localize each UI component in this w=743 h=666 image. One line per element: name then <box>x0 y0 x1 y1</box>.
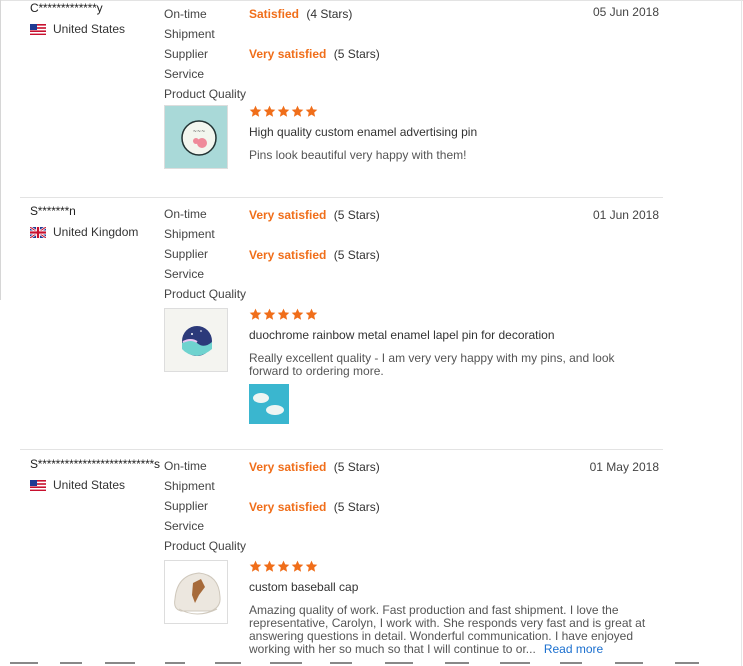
buyer-name: S*******n <box>30 204 76 218</box>
review-item: S**************************s United Stat… <box>20 450 663 662</box>
star-icon <box>263 105 276 117</box>
left-border <box>0 0 1 300</box>
rating-values: Very satisfied (5 Stars) Very satisfied … <box>249 457 549 537</box>
baseball-cap-image <box>165 561 227 623</box>
rating-values: Very satisfied (5 Stars) Very satisfied … <box>249 205 549 285</box>
star-icon <box>263 560 276 572</box>
star-icon <box>291 308 304 320</box>
star-icon <box>305 105 318 117</box>
star-icon <box>291 560 304 572</box>
buyer-name: C*************y <box>30 1 103 15</box>
supplier-rating: Very satisfied (5 Stars) <box>249 44 549 84</box>
supplier-rating-text: Very satisfied <box>249 248 327 262</box>
review-comment: Amazing quality of work. Fast production… <box>249 604 654 656</box>
product-thumbnail[interactable] <box>164 308 228 372</box>
shipment-label: Shipment <box>164 227 215 241</box>
supplier-label: Supplier <box>164 247 209 261</box>
product-star-rating <box>249 105 318 119</box>
star-icon <box>249 105 262 117</box>
product-title[interactable]: custom baseball cap <box>249 580 358 594</box>
supplier-rating: Very satisfied (5 Stars) <box>249 497 549 537</box>
review-comment: Really excellent quality - I am very ver… <box>249 351 615 378</box>
bottom-divider <box>0 660 743 666</box>
ontime-rating: Satisfied (4 Stars) <box>249 4 549 44</box>
buyer-name: S**************************s <box>30 457 160 471</box>
buyer-info: S**************************s United Stat… <box>30 458 162 492</box>
enamel-pin-image: ~~~ <box>165 106 227 168</box>
star-icon <box>277 308 290 320</box>
ontime-rating-text: Satisfied <box>249 7 300 21</box>
product-title[interactable]: High quality custom enamel advertising p… <box>249 125 477 139</box>
supplier-rating: Very satisfied (5 Stars) <box>249 245 549 285</box>
star-icon <box>263 308 276 320</box>
supplier-rating-stars: (5 Stars) <box>333 47 380 61</box>
read-more-link[interactable]: Read more <box>544 642 603 656</box>
star-icon <box>305 560 318 572</box>
service-label: Service <box>164 267 205 281</box>
uk-flag-icon <box>30 226 46 238</box>
product-thumbnail[interactable] <box>164 560 228 624</box>
supplier-rating-text: Very satisfied <box>249 500 327 514</box>
service-label: Service <box>164 67 205 81</box>
country-name: United Kingdom <box>53 225 139 239</box>
rating-labels: On-time Shipment Supplier Service Produc… <box>164 456 254 556</box>
product-title[interactable]: duochrome rainbow metal enamel lapel pin… <box>249 328 555 342</box>
supplier-rating-text: Very satisfied <box>249 47 327 61</box>
buyer-country: United States <box>30 22 162 36</box>
supplier-rating-stars: (5 Stars) <box>333 500 380 514</box>
attachment-photo <box>249 384 289 424</box>
review-date: 05 Jun 2018 <box>592 5 659 19</box>
us-flag-icon <box>30 23 46 35</box>
review-attachment-image[interactable] <box>249 384 289 424</box>
review-date: 01 May 2018 <box>589 460 659 474</box>
shipment-label: Shipment <box>164 27 215 41</box>
ontime-label: On-time <box>164 459 207 473</box>
star-icon <box>249 560 262 572</box>
ontime-label: On-time <box>164 7 207 21</box>
service-label: Service <box>164 519 205 533</box>
star-icon <box>291 105 304 117</box>
review-comment: Pins look beautiful very happy with them… <box>249 148 467 162</box>
ontime-rating: Very satisfied (5 Stars) <box>249 205 549 245</box>
ontime-rating-stars: (4 Stars) <box>306 7 353 21</box>
product-quality-label: Product Quality <box>164 87 247 101</box>
rainbow-pin-image <box>165 309 227 371</box>
review-item: S*******n United Kingdom On-time Shipmen… <box>20 198 663 450</box>
buyer-info: C*************y United States <box>30 2 162 36</box>
shipment-label: Shipment <box>164 479 215 493</box>
country-name: United States <box>53 478 126 492</box>
buyer-info: S*******n United Kingdom <box>30 205 162 239</box>
rating-labels: On-time Shipment Supplier Service Produc… <box>164 4 254 104</box>
product-quality-label: Product Quality <box>164 287 247 301</box>
rating-labels: On-time Shipment Supplier Service Produc… <box>164 204 254 304</box>
ontime-rating-text: Very satisfied <box>249 208 327 222</box>
rating-values: Satisfied (4 Stars) Very satisfied (5 St… <box>249 4 549 84</box>
ontime-rating: Very satisfied (5 Stars) <box>249 457 549 497</box>
supplier-rating-stars: (5 Stars) <box>333 248 380 262</box>
ontime-rating-text: Very satisfied <box>249 460 327 474</box>
svg-text:~~~: ~~~ <box>193 129 206 135</box>
country-name: United States <box>53 22 126 36</box>
review-date: 01 Jun 2018 <box>592 208 659 222</box>
star-icon <box>277 560 290 572</box>
right-border <box>741 0 742 666</box>
us-flag-icon <box>30 479 46 491</box>
ontime-label: On-time <box>164 207 207 221</box>
star-icon <box>305 308 318 320</box>
supplier-label: Supplier <box>164 499 209 513</box>
product-thumbnail[interactable]: ~~~ <box>164 105 228 169</box>
product-star-rating <box>249 560 318 574</box>
review-item: C*************y United States On-time Sh… <box>20 0 663 198</box>
buyer-country: United Kingdom <box>30 225 162 239</box>
star-icon <box>277 105 290 117</box>
supplier-label: Supplier <box>164 47 209 61</box>
buyer-country: United States <box>30 478 162 492</box>
star-icon <box>249 308 262 320</box>
ontime-rating-stars: (5 Stars) <box>333 460 380 474</box>
ontime-rating-stars: (5 Stars) <box>333 208 380 222</box>
product-star-rating <box>249 308 318 322</box>
product-quality-label: Product Quality <box>164 539 247 553</box>
